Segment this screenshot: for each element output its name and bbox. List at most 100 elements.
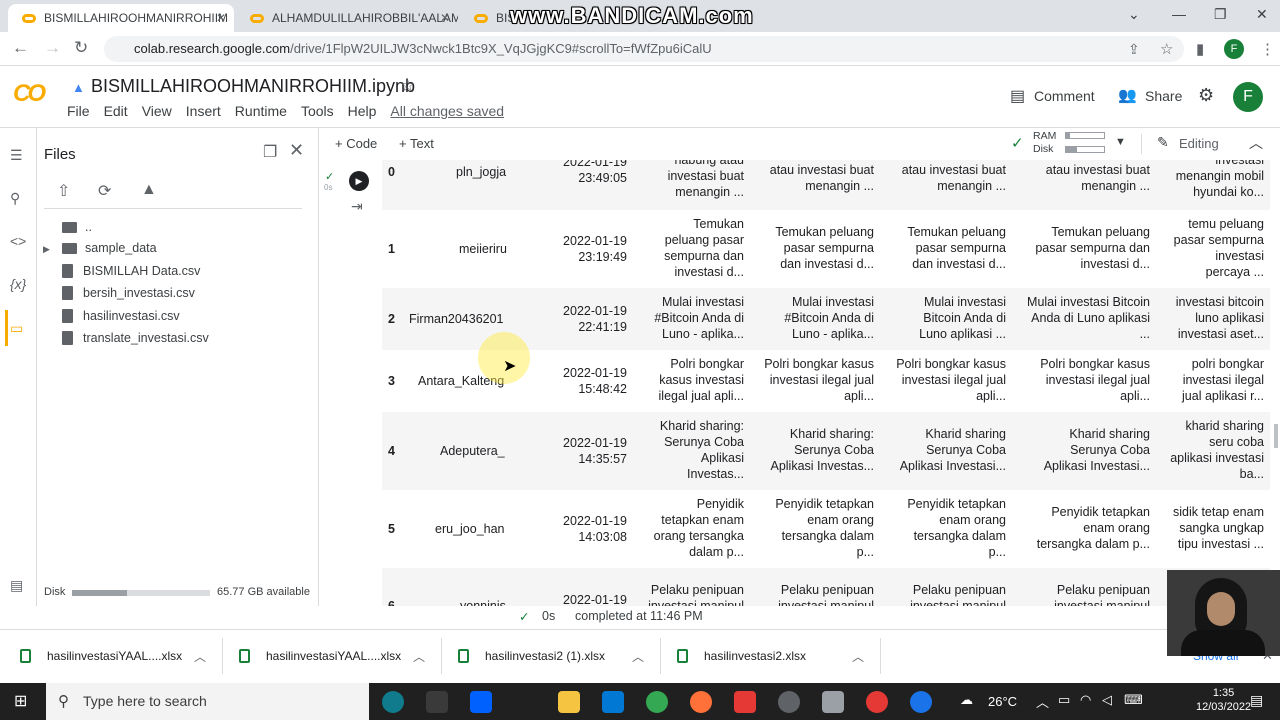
bandicam-icon[interactable]: [866, 691, 888, 713]
upload-file-icon[interactable]: ⇧: [57, 181, 70, 201]
edge-icon[interactable]: [382, 691, 404, 713]
windows-start-icon[interactable]: ⊞: [14, 691, 27, 711]
menu-insert[interactable]: Insert: [186, 103, 221, 119]
restore-icon[interactable]: ❐: [1214, 6, 1227, 23]
cell-text: investasi bitcoin luno aplikasi investas…: [1175, 295, 1264, 341]
search-icon[interactable]: ⚲: [10, 190, 20, 207]
share-page-icon[interactable]: ⇪: [1128, 41, 1140, 58]
file-row[interactable]: hasilinvestasi.csv: [62, 309, 180, 323]
tab-search-chevron-icon[interactable]: ⌄: [1128, 6, 1140, 23]
star-icon[interactable]: ☆: [400, 76, 415, 96]
browser-menu-icon[interactable]: ⋮: [1260, 40, 1275, 58]
profile-avatar[interactable]: F: [1224, 39, 1244, 59]
add-text-button[interactable]: + Text: [399, 136, 434, 151]
network-icon[interactable]: ▭: [1058, 692, 1070, 708]
menu-file[interactable]: File: [67, 103, 90, 119]
taskbar-search[interactable]: ⚲ Type here to search: [46, 683, 369, 720]
comment-button[interactable]: Comment: [1034, 88, 1095, 104]
language-icon[interactable]: ⌨: [1124, 692, 1143, 708]
editing-mode[interactable]: Editing: [1179, 136, 1219, 151]
temperature[interactable]: 26°C: [988, 694, 1017, 709]
file-name: BISMILLAH Data.csv: [83, 264, 201, 278]
code-snippets-icon[interactable]: <>: [10, 233, 26, 249]
file-explorer-icon[interactable]: [558, 691, 580, 713]
output-options-icon[interactable]: ⇥: [351, 198, 363, 215]
settings-gear-icon[interactable]: ⚙: [1198, 85, 1214, 106]
status-message[interactable]: completed at 11:46 PM: [575, 609, 703, 623]
dropbox-icon[interactable]: [470, 691, 492, 713]
file-row[interactable]: translate_investasi.csv: [62, 331, 209, 345]
cell-text: investasi menangin mobil hyundai ko...: [1175, 160, 1264, 199]
download-options-icon[interactable]: ︿: [852, 648, 864, 665]
scrollbar-thumb[interactable]: [1274, 424, 1278, 448]
clock[interactable]: 1:35 12/03/2022: [1196, 686, 1251, 714]
chrome-profile-icon[interactable]: [778, 691, 800, 713]
notifications-icon[interactable]: ▤: [1250, 692, 1263, 709]
file-row-folder[interactable]: sample_data: [62, 241, 157, 255]
user-avatar[interactable]: F: [1233, 82, 1263, 112]
refresh-folder-icon[interactable]: ⟳: [98, 181, 111, 201]
collapse-header-icon[interactable]: ︿: [1249, 133, 1263, 153]
cell-text: Pelaku penipuan investasi manipul: [910, 583, 1006, 606]
terminal-icon[interactable]: ▤: [10, 577, 23, 594]
reload-icon[interactable]: ↻: [74, 38, 88, 58]
back-arrow-icon[interactable]: ←: [12, 38, 29, 58]
bookmark-star-icon[interactable]: ☆: [1160, 40, 1173, 58]
resources-indicator[interactable]: RAM Disk: [1033, 130, 1056, 156]
toc-icon[interactable]: ☰: [10, 147, 23, 164]
cell-text: atau investasi buat menangin ...: [769, 163, 874, 193]
side-panel-icon[interactable]: ▮: [1196, 40, 1204, 58]
menu-tools[interactable]: Tools: [301, 103, 334, 119]
menu-runtime[interactable]: Runtime: [235, 103, 287, 119]
tab-notebook-active[interactable]: BISMILLAHIROOHMANIRROHIIM ✕: [8, 4, 234, 32]
variables-icon[interactable]: {x}: [10, 276, 26, 292]
tray-chevron-icon[interactable]: ︿: [1036, 692, 1049, 711]
download-item[interactable]: hasilinvestasiYAAL....xlsx: [239, 649, 401, 663]
download-item[interactable]: hasilinvestasi2.xlsx: [677, 649, 806, 663]
app-icon[interactable]: [822, 691, 844, 713]
cell-text: atau investasi buat menangin ...: [901, 163, 1006, 193]
chrome-icon[interactable]: [646, 691, 668, 713]
download-item[interactable]: hasilinvestasiYAAL....xlsx: [20, 649, 182, 663]
help-icon[interactable]: [910, 691, 932, 713]
notebook-name[interactable]: BISMILLAHIROOHMANIRROHIIM.ipynb: [91, 76, 415, 97]
close-tab-icon[interactable]: ✕: [440, 11, 450, 25]
folder-icon[interactable]: ▭: [10, 320, 23, 337]
close-panel-icon[interactable]: ✕: [289, 140, 304, 161]
mail-icon[interactable]: [602, 691, 624, 713]
file-row[interactable]: bersih_investasi.csv: [62, 286, 195, 300]
menu-help[interactable]: Help: [348, 103, 377, 119]
resources-dropdown-icon[interactable]: ▼: [1115, 136, 1126, 148]
run-cell-button[interactable]: ▶: [349, 171, 369, 191]
download-options-icon[interactable]: ︿: [632, 648, 644, 665]
file-row[interactable]: BISMILLAH Data.csv: [62, 264, 200, 278]
close-window-icon[interactable]: ✕: [1256, 6, 1268, 23]
active-indicator: [5, 310, 8, 346]
wifi-icon[interactable]: ◠: [1080, 692, 1091, 708]
add-code-button[interactable]: + Code: [335, 136, 377, 151]
close-tab-icon[interactable]: ✕: [216, 11, 226, 25]
minimize-icon[interactable]: —: [1172, 6, 1186, 22]
forward-arrow-icon[interactable]: →: [44, 38, 61, 58]
volume-icon[interactable]: ◁: [1102, 692, 1112, 708]
firefox-icon[interactable]: [690, 691, 712, 713]
menu-edit[interactable]: Edit: [104, 103, 128, 119]
colab-logo[interactable]: CO: [13, 80, 46, 108]
file-row-up[interactable]: ..: [62, 220, 92, 234]
mount-drive-icon[interactable]: ▲: [141, 181, 157, 199]
recording-watermark: www.BANDICAM.com: [510, 3, 754, 28]
menu-view[interactable]: View: [142, 103, 172, 119]
share-button[interactable]: Share: [1145, 88, 1182, 104]
weather-icon[interactable]: ☁: [960, 692, 973, 708]
cell-text: Pelaku penipuan investasi manipul: [778, 583, 874, 606]
open-in-tab-icon[interactable]: ❐: [263, 142, 277, 162]
store-icon[interactable]: [426, 691, 448, 713]
download-options-icon[interactable]: ︿: [413, 648, 425, 665]
tab-alhamdulillah[interactable]: ALHAMDULILLAHIROBBIL'AALAMIN ✕: [236, 4, 458, 32]
save-status[interactable]: All changes saved: [390, 103, 504, 119]
url-field[interactable]: colab.research.google.com/drive/1FlpW2UI…: [104, 36, 1184, 62]
download-options-icon[interactable]: ︿: [194, 648, 206, 665]
expand-arrow-icon[interactable]: ▶: [43, 244, 50, 255]
download-item[interactable]: hasilinvestasi2 (1).xlsx: [458, 649, 605, 663]
app-icon[interactable]: [734, 691, 756, 713]
